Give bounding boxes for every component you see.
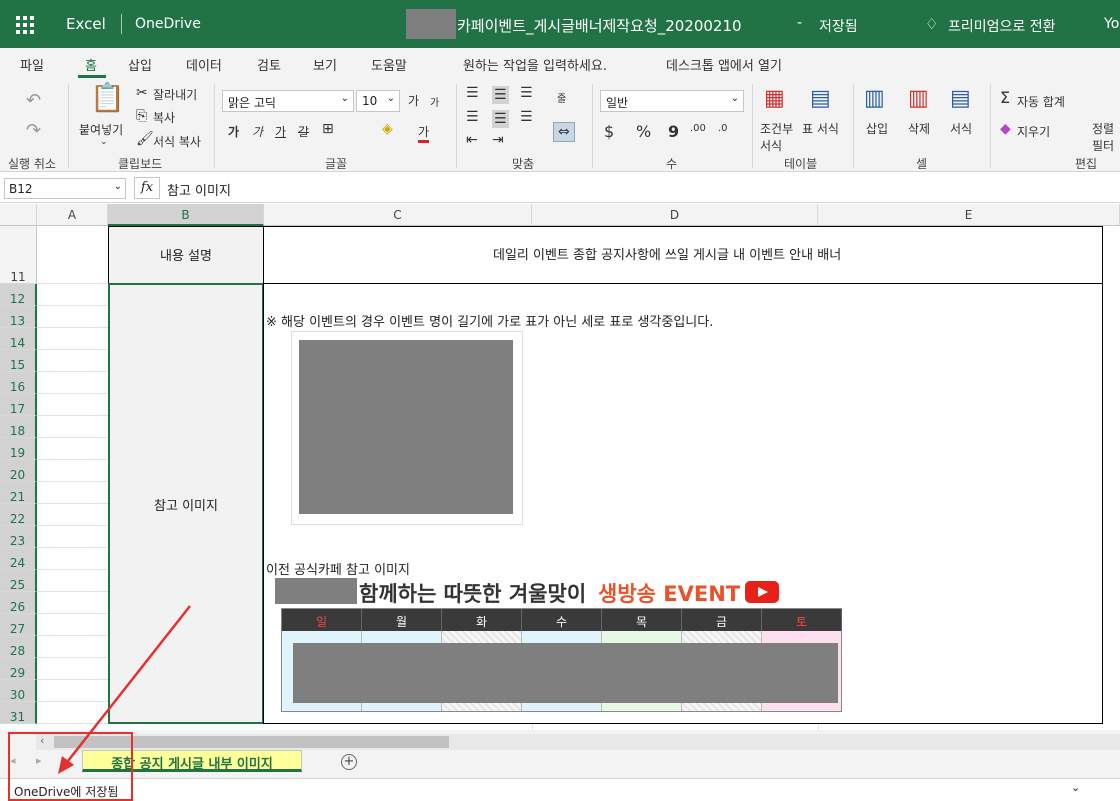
annotation-arrow bbox=[58, 605, 191, 774]
